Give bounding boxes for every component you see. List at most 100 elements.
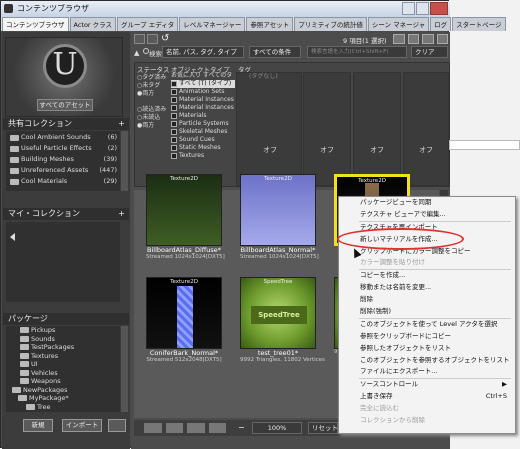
asset-tile[interactable]: Texture2D ConiferBark_Normal* Streamed 512… [146,277,222,363]
tag-status-radio[interactable]: ●両方 [137,90,166,98]
package-item[interactable]: Weapons [10,377,120,386]
tag-search-input[interactable]: 検索言語を入力(Ctrl+Shift+F) [307,46,407,58]
object-type-item[interactable]: Material Instances ( [171,104,235,112]
tab-0[interactable]: コンテンツブラウザ [2,17,69,31]
checkbox-icon[interactable] [171,136,177,143]
context-menu-item[interactable]: このオブジェクトを使って Level アクタを選択 [339,319,515,331]
tab-3[interactable]: レベルマネージャー [179,17,246,31]
context-menu-item[interactable]: ファイルにエクスポート... [339,366,515,378]
checkbox-icon[interactable] [171,152,177,159]
object-type-item[interactable]: Static Meshes [171,144,235,152]
package-item[interactable]: Textures [10,352,120,361]
context-menu-item[interactable]: コレクションから削除 [339,415,515,427]
collection-item[interactable]: Unreferenced Assets (447) [10,165,120,176]
context-menu-item[interactable]: 移動または名前を変更... [339,282,515,294]
collection-item[interactable]: Building Meshes (39) [10,154,120,165]
collection-item[interactable]: Cool Ambient Sounds (6) [10,132,120,143]
object-type-item[interactable]: Animation Sets [171,88,235,96]
context-menu-item[interactable]: テクスチャ ビューアで編集... [339,209,515,221]
close-button[interactable] [430,2,448,15]
asset-tile[interactable]: Texture2D BillboardAtlas_Diffuse* Streamed… [146,174,225,260]
tag-status-radio[interactable]: ○タグ済み [137,74,166,82]
view-split-icon[interactable] [187,423,205,433]
new-package-button[interactable]: 新規 [23,419,53,432]
star-icon[interactable] [407,34,419,44]
minimize-button[interactable] [402,2,416,15]
object-type-item[interactable]: Skeletal Meshes [171,128,235,136]
load-status-radio[interactable]: ●両方 [137,122,166,130]
checkbox-icon[interactable] [171,96,177,103]
asset-tile[interactable]: Texture2D BillboardAtlas_Normal* Streamed … [240,174,319,260]
tab-5[interactable]: プリミティブの統計値 [294,17,367,31]
context-menu-item[interactable]: パッケージビューを同期 [339,197,515,209]
save-icon[interactable] [393,34,405,44]
tab-7[interactable]: ログ [430,17,452,31]
toolbar-icons[interactable] [393,34,448,44]
collections-scrollbar[interactable] [121,131,128,191]
package-item[interactable]: Pickups [10,326,120,335]
object-type-item[interactable]: Particle Systems [171,120,235,128]
context-menu-item[interactable]: 上書き保存 Ctrl+S [339,391,515,403]
package-item[interactable]: Vehicles [10,369,120,378]
add-collection-icon[interactable]: + [118,118,125,130]
context-menu-item[interactable]: ソースコントロール ▶ [339,379,515,391]
tab-1[interactable]: Actor クラス [69,17,117,31]
view-large-icon[interactable] [208,423,226,433]
object-type-item[interactable]: お気に入り すべてのタ [171,72,235,80]
tab-6[interactable]: シーン マネージャ [367,17,430,31]
back-button[interactable] [134,34,145,44]
settings-icon[interactable] [436,34,448,44]
checkbox-icon[interactable] [171,104,177,111]
object-type-item[interactable]: すべて (T) (タイプ) [171,80,235,88]
tab-4[interactable]: 参照アセット [246,17,294,31]
context-menu-item[interactable]: このオブジェクトを参照するオブジェクトをリスト [339,355,515,367]
clear-button[interactable]: クリア [411,46,448,58]
collection-item[interactable]: Useful Particle Effects (2) [10,143,120,154]
collection-item[interactable]: Cool Materials (29) [10,176,120,187]
tab-8[interactable]: スタートページ [452,17,506,31]
checkbox-icon[interactable] [171,80,177,87]
forward-button[interactable] [147,34,158,44]
object-type-item[interactable]: Material Instances ( [171,96,235,104]
checkbox-icon[interactable] [171,88,177,95]
all-assets-button[interactable]: すべてのアセット [37,99,93,111]
context-menu-item[interactable]: 削除 [339,294,515,306]
context-menu-item[interactable]: 参照をクリップボードにコピー [339,331,515,343]
reset-button[interactable]: リセット [308,422,338,434]
window-controls[interactable] [402,2,448,15]
view-mode-icons[interactable] [144,423,226,433]
refresh-icon[interactable] [422,34,434,44]
context-menu-item[interactable]: カラー調整を貼り付け [339,257,515,269]
context-menu-item[interactable]: コピーを作成... [339,270,515,282]
view-grid-icon[interactable] [144,423,162,433]
zoom-out-icon[interactable]: − [238,423,248,433]
checkbox-icon[interactable] [171,112,177,119]
package-item[interactable]: Tree [10,403,120,412]
load-status-radio[interactable]: ○読込済み [137,106,166,114]
package-item[interactable]: MyPackage* [10,394,120,403]
add-my-collection-icon[interactable]: + [118,208,125,220]
checkbox-icon[interactable] [171,120,177,127]
load-status-radio[interactable]: ○未読込 [137,114,166,122]
all-conditions-dropdown[interactable]: すべての条件 [249,46,301,58]
package-item[interactable]: Sounds [10,335,120,344]
asset-tile[interactable]: SpeedTree SpeedTree test_tree01* 9992 Trian… [240,277,325,363]
tab-2[interactable]: グループ エディタ [117,17,179,31]
checkbox-icon[interactable] [171,128,177,135]
folder-button[interactable] [108,419,126,432]
package-item[interactable]: NewPackages [10,386,120,395]
filter-collapse-icon[interactable]: ▲ [134,49,142,57]
history-button[interactable]: ↺ [161,33,173,45]
collapse-left-arrow-icon[interactable] [10,233,15,241]
context-menu-item[interactable]: 削除(強制) [339,306,515,318]
context-menu-item[interactable]: 参照したオブジェクトをリスト [339,343,515,355]
package-item[interactable]: TestPackages [10,343,120,352]
zoom-field[interactable]: 100% [252,422,302,434]
object-type-item[interactable]: Materials [171,112,235,120]
object-type-item[interactable]: Sound Cues [171,136,235,144]
search-field-selector[interactable]: 名前, パス, タグ, タイプ [162,46,244,58]
tag-status-radio[interactable]: ○未タグ [137,82,166,90]
view-list-icon[interactable] [165,423,183,433]
no-tag-item[interactable]: (タグなし) [237,73,301,81]
import-button[interactable]: インポート [62,419,102,432]
